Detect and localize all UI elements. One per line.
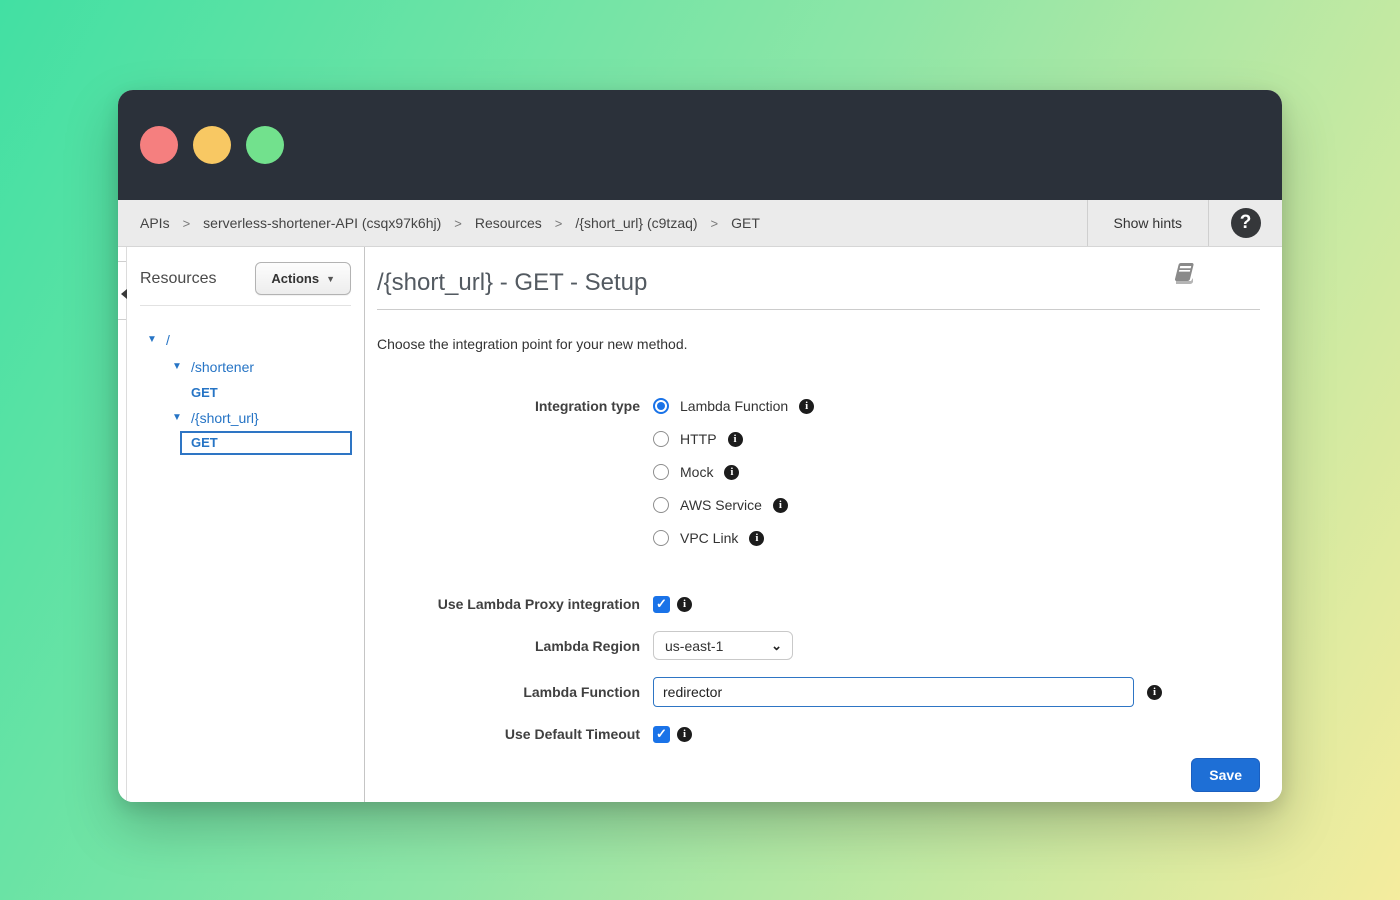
proxy-row: Use Lambda Proxy integration ✓ i [377,594,1260,614]
tree-resource-label[interactable]: /{short_url} [191,410,259,426]
breadcrumb-separator: > [711,216,719,231]
integration-type-options: Lambda FunctioniHTTPiMockiAWS ServiceiVP… [653,396,814,561]
breadcrumb-bar: APIs > serverless-shortener-API (csqx97k6h… [118,200,1282,247]
show-hints-label: Show hints [1114,215,1182,231]
sidebar-title: Resources [140,270,216,288]
lambda-proxy-checkbox[interactable]: ✓ [653,596,670,613]
info-icon[interactable]: i [749,531,764,546]
tree-method-row: GET [147,380,364,404]
tree-resource-row: ▼/ [147,326,364,353]
show-hints-button[interactable]: Show hints [1087,200,1209,246]
integration-radio[interactable] [653,431,669,447]
tree-resource-row: ▼/{short_url} [147,404,364,431]
tree-resource-label[interactable]: /shortener [191,359,254,375]
timeout-row: Use Default Timeout ✓ i [377,724,1260,744]
traffic-light-button[interactable] [193,126,231,164]
default-timeout-checkbox[interactable]: ✓ [653,726,670,743]
breadcrumb-separator: > [183,216,191,231]
save-row: Save [377,758,1260,792]
breadcrumb-item[interactable]: APIs [140,215,170,231]
collapse-arrow-icon[interactable] [121,289,127,299]
traffic-light-button[interactable] [246,126,284,164]
integration-option-row: Mocki [653,462,814,482]
content-area: Resources Actions ▼ ▼/▼/shortenerGET▼/{s… [118,247,1282,802]
help-icon[interactable]: ? [1231,208,1261,238]
function-row: Lambda Function i [377,677,1260,707]
info-icon[interactable]: i [677,597,692,612]
proxy-label: Use Lambda Proxy integration [377,594,640,614]
integration-radio[interactable] [653,398,669,414]
window-titlebar [118,90,1282,200]
region-label: Lambda Region [377,636,640,656]
tree-expand-icon[interactable]: ▼ [172,412,191,423]
breadcrumb: APIs > serverless-shortener-API (csqx97k6h… [118,200,1087,246]
region-row: Lambda Region us-east-1 ⌄ [377,631,1260,660]
breadcrumb-item[interactable]: /{short_url} (c9tzaq) [575,215,697,231]
integration-option-label[interactable]: VPC Link [680,530,738,546]
actions-button-label: Actions [271,271,319,286]
tree-resource-row: ▼/shortener [147,353,364,380]
integration-radio[interactable] [653,497,669,513]
panel-edge-fragment [118,319,126,320]
integration-option-row: VPC Link i [653,528,814,548]
save-button[interactable]: Save [1191,758,1260,792]
breadcrumb-item[interactable]: serverless-shortener-API (csqx97k6hj) [203,215,441,231]
tree-method-row: GET [147,431,364,455]
page-header: /{short_url} - GET - Setup [377,269,1260,310]
main-panel: /{short_url} - GET - Setup Choose the in… [365,247,1282,802]
collapsed-panel-edge [118,247,127,802]
resource-tree: ▼/▼/shortenerGET▼/{short_url}GET [127,306,364,455]
integration-option-row: Lambda Function i [653,396,814,416]
timeout-label: Use Default Timeout [377,724,640,744]
integration-option-label[interactable]: Lambda Function [680,398,788,414]
info-icon[interactable]: i [677,727,692,742]
integration-option-label[interactable]: HTTP [680,431,717,447]
breadcrumb-separator: > [454,216,462,231]
tree-resource-label[interactable]: / [166,332,170,348]
breadcrumb-item[interactable]: Resources [475,215,542,231]
info-icon[interactable]: i [724,465,739,480]
traffic-light-button[interactable] [140,126,178,164]
traffic-lights [140,126,284,164]
help-section: ? [1209,200,1282,246]
integration-type-row: Integration type Lambda FunctioniHTTPiMo… [377,396,1260,561]
sidebar-header: Resources Actions ▼ [127,247,364,305]
integration-option-label[interactable]: AWS Service [680,497,762,513]
selected-method-box[interactable]: GET [180,431,352,455]
info-icon[interactable]: i [728,432,743,447]
resources-sidebar: Resources Actions ▼ ▼/▼/shortenerGET▼/{s… [127,247,365,802]
page-title: /{short_url} - GET - Setup [377,269,1260,297]
lambda-function-input[interactable] [653,677,1134,707]
setup-description: Choose the integration point for your ne… [377,336,1260,352]
setup-form: Integration type Lambda FunctioniHTTPiMo… [377,396,1260,792]
breadcrumb-separator: > [555,216,563,231]
integration-option-label[interactable]: Mock [680,464,713,480]
integration-type-label: Integration type [377,396,640,416]
actions-button[interactable]: Actions ▼ [255,262,351,295]
breadcrumb-item[interactable]: GET [731,215,760,231]
documentation-book-icon[interactable] [1170,259,1196,290]
function-label: Lambda Function [377,682,640,702]
caret-down-icon: ▼ [326,274,335,284]
tree-method-label[interactable]: GET [191,385,218,400]
integration-option-row: HTTP i [653,429,814,449]
integration-option-row: AWS Service i [653,495,814,515]
chevron-down-icon: ⌄ [771,638,782,654]
lambda-region-select[interactable]: us-east-1 ⌄ [653,631,793,660]
info-icon[interactable]: i [1147,685,1162,700]
integration-radio[interactable] [653,464,669,480]
tree-expand-icon[interactable]: ▼ [147,334,166,345]
info-icon[interactable]: i [773,498,788,513]
app-window: APIs > serverless-shortener-API (csqx97k6h… [118,90,1282,802]
integration-radio[interactable] [653,530,669,546]
tree-expand-icon[interactable]: ▼ [172,361,191,372]
info-icon[interactable]: i [799,399,814,414]
region-selected-value: us-east-1 [665,638,723,654]
panel-edge-fragment [118,261,126,262]
